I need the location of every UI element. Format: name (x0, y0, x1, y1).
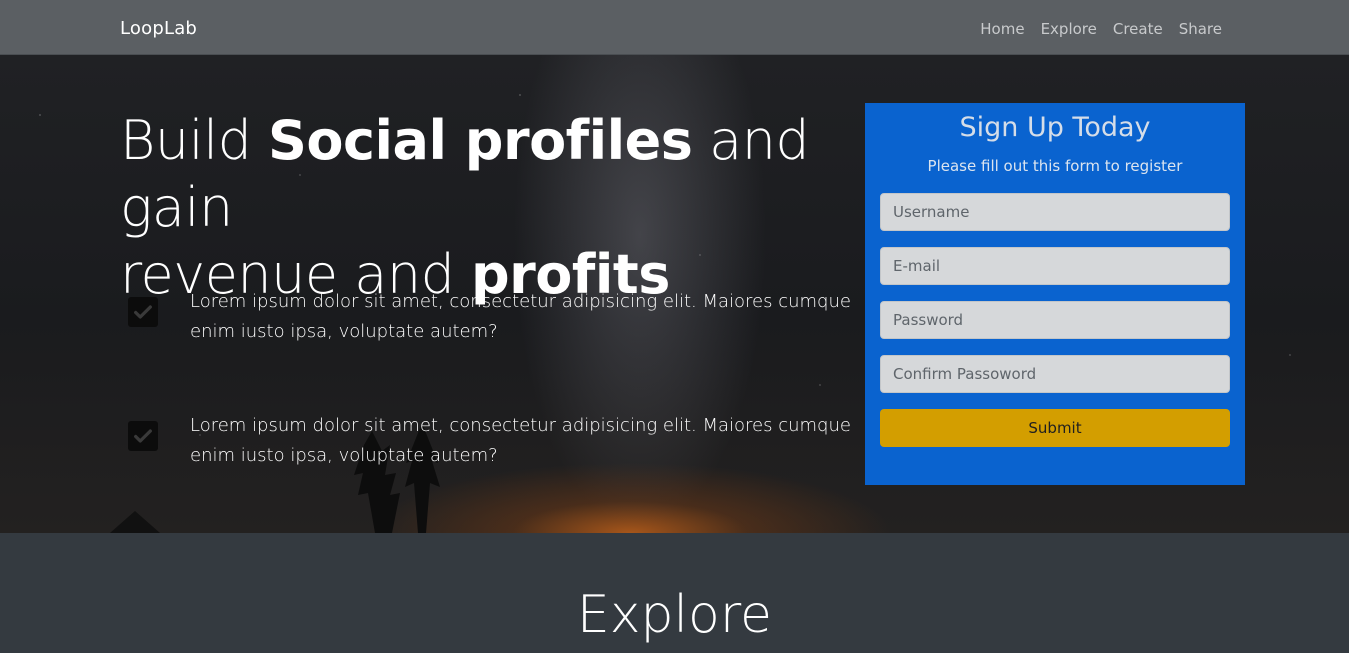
confirm-password-input[interactable] (880, 355, 1230, 393)
hero-section: Build Social profiles and gain revenue a… (0, 55, 1349, 533)
nav-link-explore[interactable]: Explore (1041, 20, 1097, 38)
explore-heading: Explore (576, 585, 773, 645)
password-input[interactable] (880, 301, 1230, 339)
submit-button[interactable]: Submit (880, 409, 1230, 447)
signup-title: Sign Up Today (959, 112, 1151, 143)
feature-text: Lorem ipsum dolor sit amet, consectetur … (190, 415, 851, 466)
signup-card: Sign Up Today Please fill out this form … (865, 103, 1245, 485)
email-input[interactable] (880, 247, 1230, 285)
headline-emphasis: Social profiles (268, 109, 693, 172)
feature-text: Lorem ipsum dolor sit amet, consectetur … (190, 291, 851, 342)
hero-headline: Build Social profiles and gain revenue a… (120, 107, 860, 308)
check-icon (128, 297, 158, 327)
check-icon (128, 421, 158, 451)
headline-text: Build (120, 109, 269, 172)
nav-link-share[interactable]: Share (1179, 20, 1222, 38)
explore-section: Explore (0, 533, 1349, 653)
signup-subtitle: Please fill out this form to register (927, 157, 1183, 175)
nav-links: Home Explore Create Share (980, 20, 1222, 38)
feature-item: Lorem ipsum dolor sit amet, consectetur … (128, 411, 858, 481)
nav-link-home[interactable]: Home (980, 20, 1024, 38)
nav-link-create[interactable]: Create (1113, 20, 1163, 38)
feature-item: Lorem ipsum dolor sit amet, consectetur … (128, 287, 858, 357)
brand-logo[interactable]: LoopLab (120, 18, 197, 39)
username-input[interactable] (880, 193, 1230, 231)
navbar: LoopLab Home Explore Create Share (0, 0, 1349, 55)
